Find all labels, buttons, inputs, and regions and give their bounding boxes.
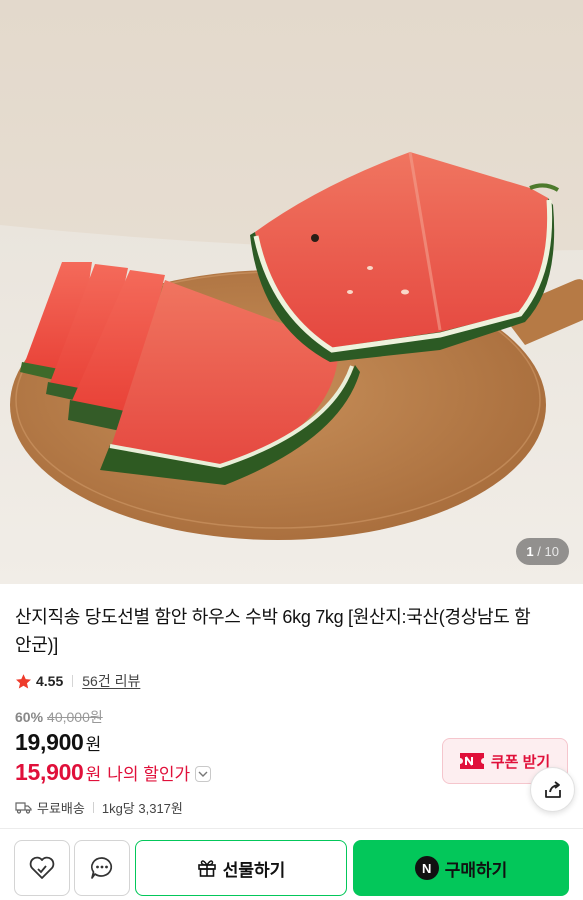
chat-icon <box>91 857 113 879</box>
star-icon <box>16 673 31 688</box>
product-image[interactable]: 1 / 10 <box>0 0 583 584</box>
delivery-row: 무료배송 1kg당 3,317원 <box>15 797 183 817</box>
image-counter-total: 10 <box>544 544 559 559</box>
npay-icon: N <box>414 856 439 880</box>
image-counter-separator: / <box>537 544 541 559</box>
my-discount-price: 15,900 <box>15 759 84 785</box>
rating-row: 4.55 56건 리뷰 <box>15 671 140 691</box>
delivery-text: 무료배송 <box>37 800 85 816</box>
coupon-icon <box>459 753 484 769</box>
my-discount-price-unit: 원 <box>85 765 102 784</box>
sale-price-row: 19,900 원 <box>15 729 101 756</box>
unit-price: 1kg당 3,317원 <box>101 800 183 816</box>
truck-icon <box>15 801 32 814</box>
share-icon <box>544 780 561 798</box>
wishlist-button[interactable] <box>14 840 70 896</box>
coupon-label: 쿠폰 받기 <box>490 753 551 771</box>
review-count-link[interactable]: 56건 리뷰 <box>82 671 140 691</box>
image-counter: 1 / 10 <box>516 538 569 565</box>
talk-button[interactable] <box>74 840 130 896</box>
rating-divider <box>72 675 74 687</box>
chevron-down-icon[interactable] <box>195 766 212 782</box>
gift-icon <box>197 860 216 877</box>
original-price: 40,000원 <box>47 709 103 725</box>
image-counter-current: 1 <box>526 544 534 559</box>
buy-button[interactable]: N 구매하기 <box>353 840 569 896</box>
delivery-divider <box>92 801 94 813</box>
sale-price: 19,900 <box>15 729 84 755</box>
my-price-row[interactable]: 15,900 원 나의 할인가 <box>15 759 212 786</box>
share-button[interactable] <box>530 767 575 812</box>
sale-price-unit: 원 <box>85 735 102 754</box>
gift-button[interactable]: 선물하기 <box>135 840 347 896</box>
discount-rate: 60% <box>15 709 44 725</box>
my-discount-label: 나의 할인가 <box>107 765 191 784</box>
product-photo <box>0 0 583 584</box>
product-title: 산지직송 당도선별 함안 하우스 수박 6kg 7kg [원산지:국산(경상남도… <box>15 607 531 655</box>
buy-label: 구매하기 <box>444 860 508 880</box>
gift-label: 선물하기 <box>222 860 286 880</box>
discount-row: 60% 40,000원 <box>15 707 103 727</box>
rating-score: 4.55 <box>36 673 64 689</box>
heart-icon <box>29 856 55 879</box>
bottom-action-bar: 선물하기 N 구매하기 <box>0 828 583 900</box>
